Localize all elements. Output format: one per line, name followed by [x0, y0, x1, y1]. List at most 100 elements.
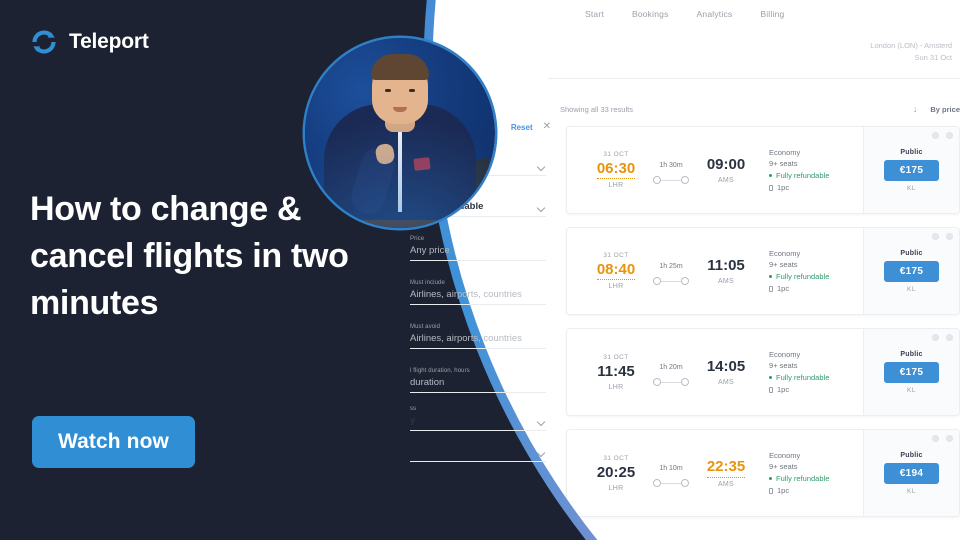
departure-block: 31 OCT 08:40 LHR [587, 251, 645, 290]
flight-card[interactable]: 31 OCT 11:45 LHR 1h 20m 14:05 AMS Econom… [566, 328, 960, 416]
sort-control[interactable]: ↓ By price [913, 104, 960, 114]
arrival-time: 11:05 [707, 257, 745, 274]
route-date: Sun 31 Oct [914, 52, 952, 62]
departure-airport: LHR [608, 484, 624, 492]
fare-details: Economy 9+ seats Fully refundable 1pc [755, 349, 863, 396]
field-label: Price [410, 236, 425, 242]
route-line [653, 277, 689, 285]
field-value: Any price [410, 245, 450, 256]
nav-item-analytics[interactable]: Analytics [697, 9, 733, 19]
filter-field[interactable]: l flight duration, hours duration [410, 368, 546, 393]
price-block[interactable]: Public €175 KL [863, 228, 959, 314]
status-dot-icon [769, 173, 772, 177]
baggage-allowance: 1pc [769, 384, 863, 396]
arrival-airport: AMS [717, 177, 735, 184]
reset-filters-button[interactable]: Reset [511, 123, 533, 132]
arrival-airport: AMS [717, 278, 735, 285]
options-badge-icon[interactable] [946, 334, 953, 341]
info-badge-icon[interactable] [932, 334, 939, 341]
field-value: y [410, 415, 416, 426]
departure-block: 31 OCT 20:25 LHR [587, 455, 645, 492]
card-badges [932, 233, 953, 240]
sort-direction-icon[interactable]: ↓ [913, 104, 918, 114]
departure-time: 06:30 [596, 160, 636, 180]
refund-label: Fully refundable [776, 474, 830, 483]
arrival-block: 14:05 AMS [697, 358, 755, 386]
duration-block: 1h 10m [645, 465, 697, 487]
options-badge-icon[interactable] [946, 233, 953, 240]
origin-dot-icon [653, 479, 661, 487]
select-price-button[interactable]: €175 [883, 260, 940, 282]
price-block[interactable]: Public €175 KL [863, 329, 959, 415]
watch-now-button[interactable]: Watch now [32, 416, 195, 468]
departure-block: 31 OCT 11:45 LHR [587, 354, 645, 391]
promo-banner: Start Bookings Analytics Billing London … [0, 0, 960, 540]
close-panel-icon[interactable]: ✕ [543, 122, 551, 132]
field-label: l flight duration, hours [410, 368, 470, 374]
cabin-class: Economy [769, 248, 801, 258]
refund-status: Fully refundable [769, 473, 863, 485]
info-badge-icon[interactable] [932, 435, 939, 442]
refund-status: Fully refundable [769, 170, 863, 182]
carrier-code: KL [907, 285, 916, 293]
flight-card[interactable]: 31 OCT 06:30 LHR 1h 30m 09:00 AMS Econom… [566, 126, 960, 214]
flight-details: 31 OCT 20:25 LHR 1h 10m 22:35 AMS Econom… [567, 430, 863, 516]
flight-duration: 1h 10m [659, 465, 683, 472]
select-price-button[interactable]: €175 [883, 361, 940, 383]
filter-field[interactable]: ss y [410, 406, 546, 431]
info-badge-icon[interactable] [932, 233, 939, 240]
select-price-button[interactable]: €175 [883, 159, 940, 181]
card-badges [932, 132, 953, 139]
route-line [653, 479, 689, 487]
info-badge-icon[interactable] [932, 132, 939, 139]
flight-card[interactable]: 31 OCT 08:40 LHR 1h 25m 11:05 AMS Econom… [566, 227, 960, 315]
options-badge-icon[interactable] [946, 132, 953, 139]
route-cities: London (LON) - Amsterd [870, 41, 952, 50]
refund-label: Fully refundable [776, 171, 830, 180]
page-title: How to change & cancel flights in two mi… [30, 190, 349, 322]
fare-details: Economy 9+ seats Fully refundable 1pc [755, 248, 863, 295]
origin-dot-icon [653, 176, 661, 184]
flight-card[interactable]: 31 OCT 20:25 LHR 1h 10m 22:35 AMS Econom… [566, 429, 960, 517]
seat-availability: 9+ seats [769, 159, 798, 169]
flight-details: 31 OCT 08:40 LHR 1h 25m 11:05 AMS Econom… [567, 228, 863, 314]
nav-item-billing[interactable]: Billing [760, 9, 784, 19]
seat-availability: 9+ seats [769, 462, 798, 472]
field-label: Must include [410, 280, 445, 286]
fare-type-label: Public [900, 451, 923, 459]
baggage-label: 1pc [777, 485, 790, 495]
brand-name: Teleport [69, 30, 149, 53]
destination-dot-icon [681, 479, 689, 487]
refund-status: Fully refundable [769, 271, 863, 283]
baggage-allowance: 1pc [769, 182, 863, 194]
status-dot-icon [769, 274, 772, 278]
price-block[interactable]: Public €175 KL [863, 127, 959, 213]
brand-logo[interactable]: Teleport [30, 28, 149, 56]
flight-results-list: 31 OCT 06:30 LHR 1h 30m 09:00 AMS Econom… [566, 126, 960, 530]
destination-dot-icon [681, 378, 689, 386]
nav-item-bookings[interactable]: Bookings [632, 9, 669, 19]
filter-field[interactable]: Must include Airlines, airports, countrie… [410, 280, 546, 305]
price-block[interactable]: Public €194 KL [863, 430, 959, 516]
baggage-icon [769, 184, 773, 191]
fare-type-label: Public [900, 350, 923, 358]
baggage-label: 1pc [777, 283, 790, 293]
field-value [410, 446, 546, 457]
departure-date: 31 OCT [603, 251, 629, 259]
origin-dot-icon [653, 378, 661, 386]
refund-status: Fully refundable [769, 372, 863, 384]
app-nav: Start Bookings Analytics Billing [430, 0, 960, 27]
panel-actions: Reset ✕ [511, 122, 551, 132]
filter-field[interactable] [410, 446, 546, 462]
select-price-button[interactable]: €194 [883, 462, 940, 484]
arrival-block: 11:05 AMS [697, 257, 755, 285]
nav-item-start[interactable]: Start [585, 9, 604, 19]
sync-circular-arrows-icon [32, 30, 56, 54]
filter-field[interactable]: Price Any price [410, 236, 546, 261]
options-badge-icon[interactable] [946, 435, 953, 442]
filter-field[interactable]: Must avoid Airlines, airports, countries [410, 324, 546, 349]
sort-label[interactable]: By price [930, 105, 960, 114]
arrival-airport: AMS [717, 480, 735, 488]
fare-type-label: Public [900, 148, 923, 156]
header-divider [548, 78, 960, 79]
